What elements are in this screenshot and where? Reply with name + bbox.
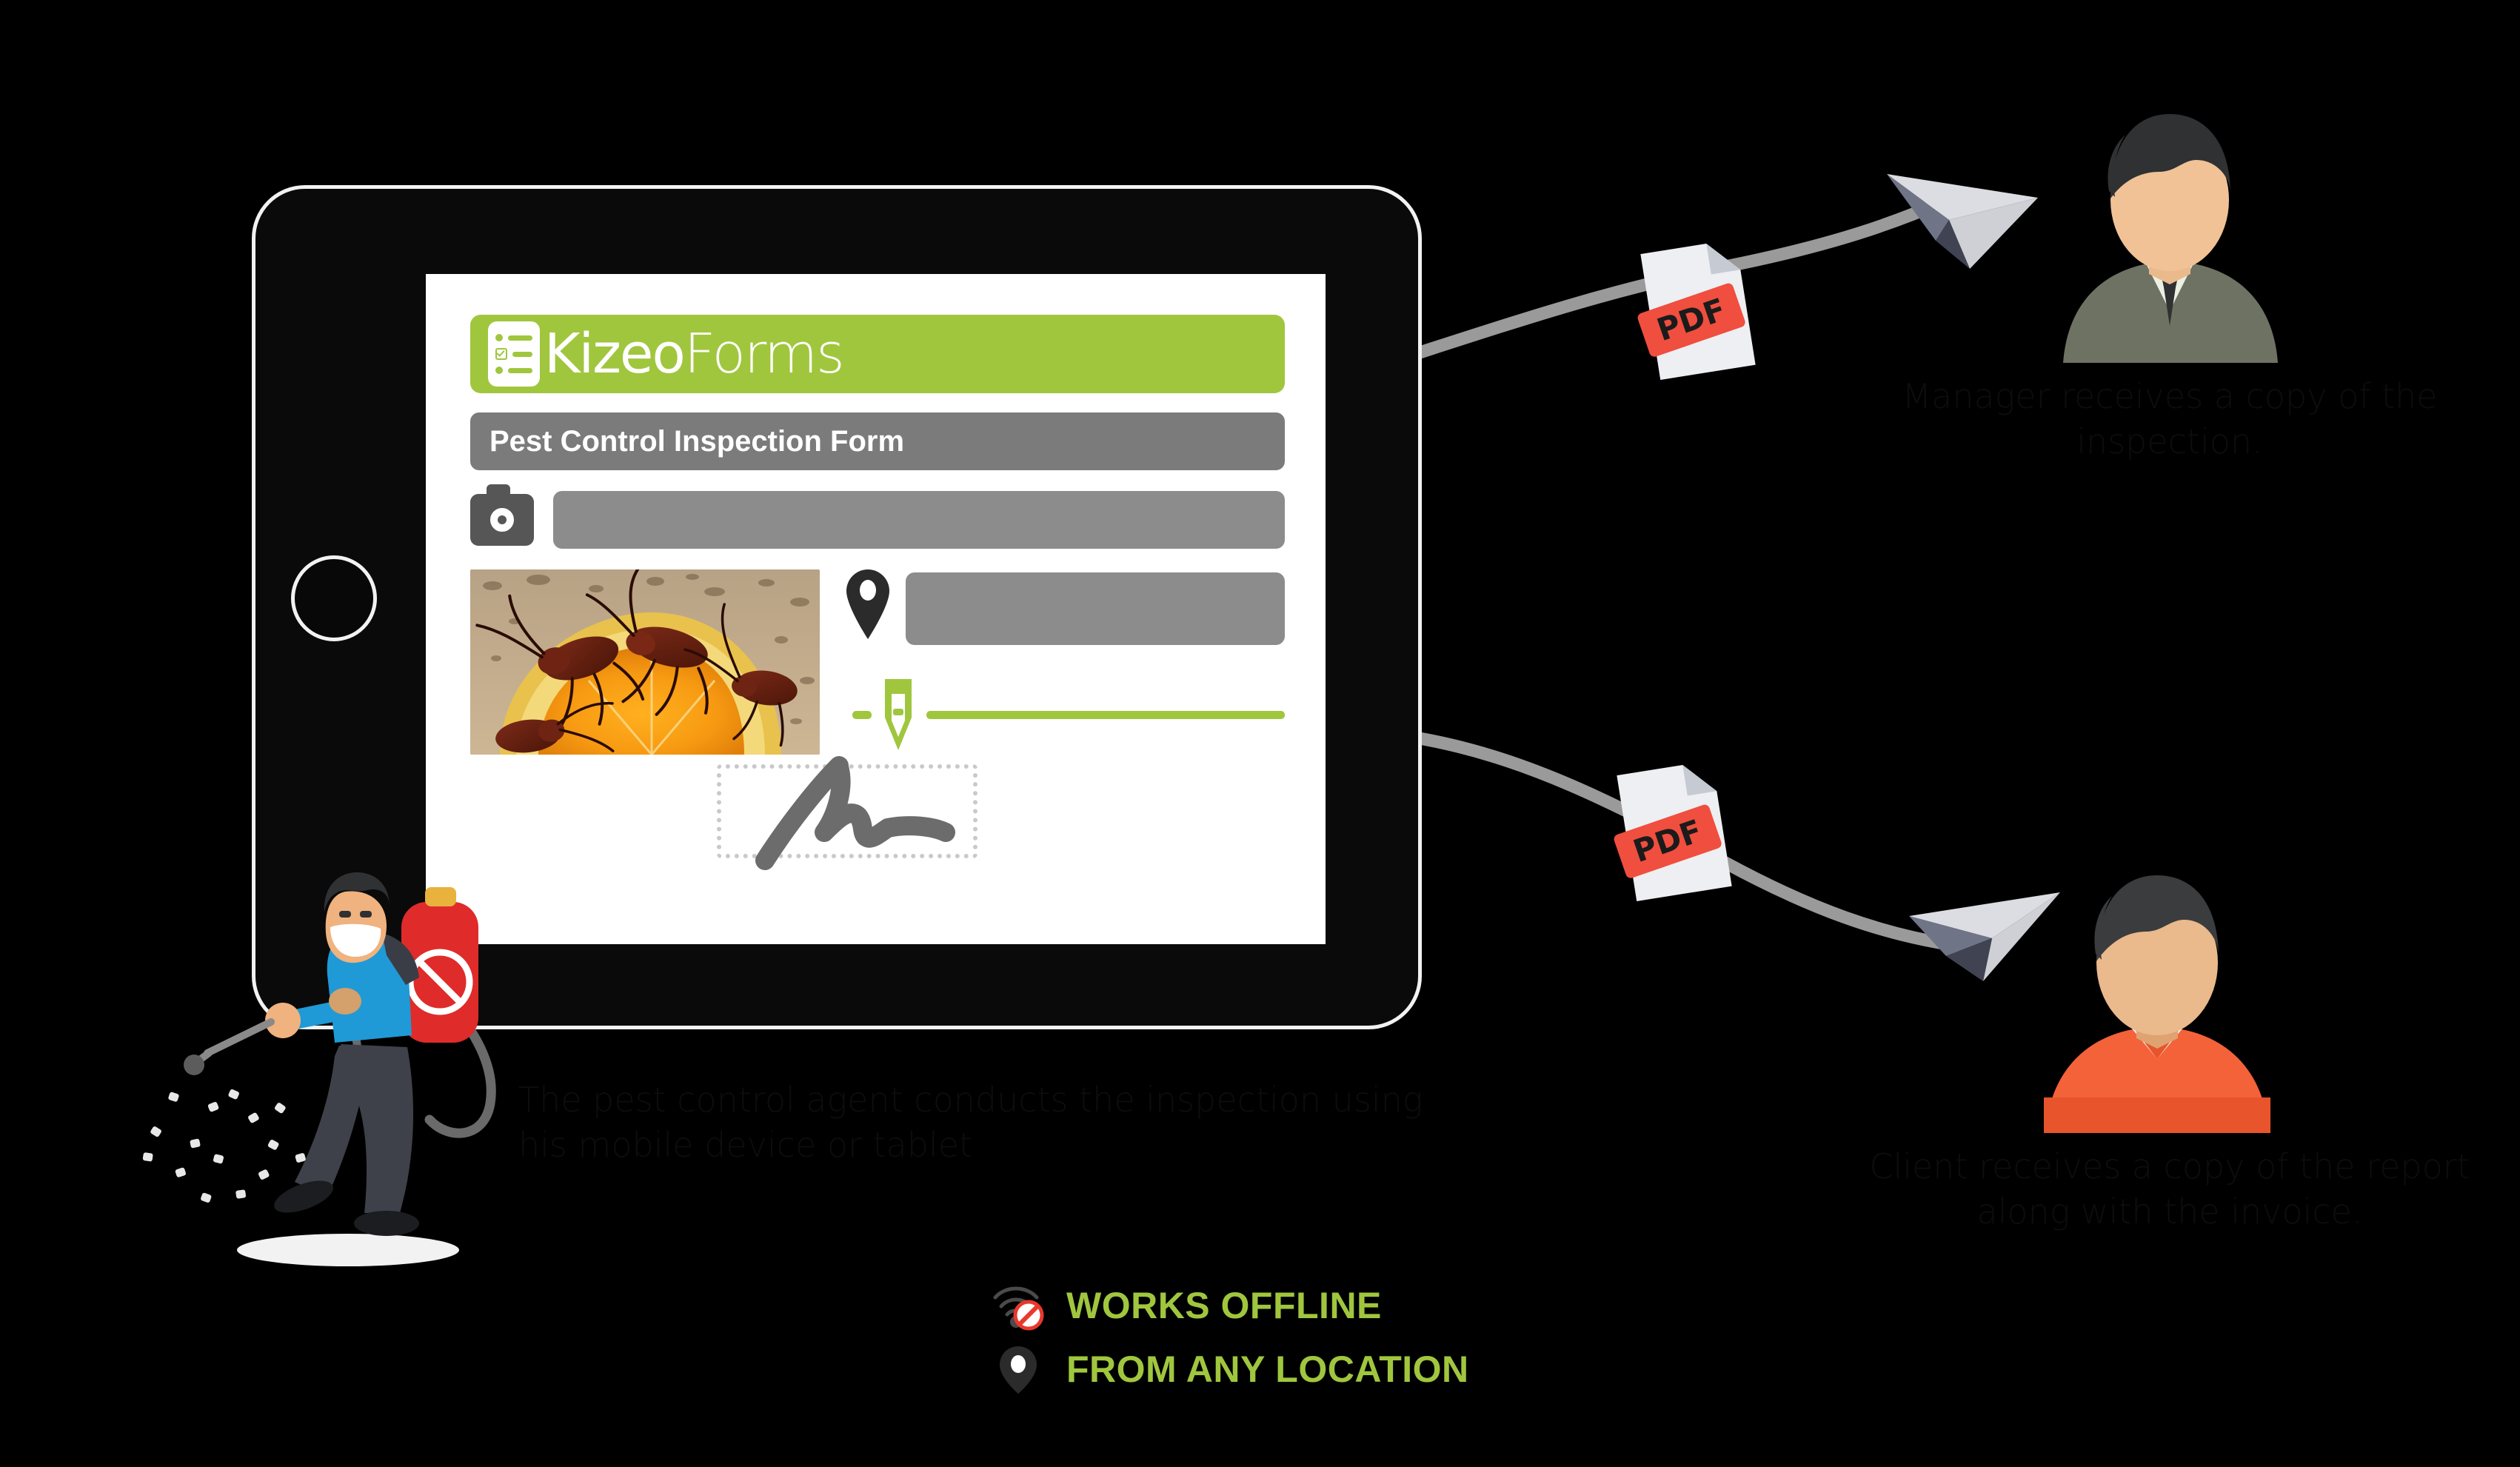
- form-title-bar: Pest Control Inspection Form: [470, 412, 1285, 470]
- location-and-signature-column: [846, 569, 1285, 755]
- checklist-icon: [488, 321, 540, 387]
- signature-box[interactable]: [717, 764, 977, 858]
- badge-label-offline: WORKS OFFLINE: [1066, 1285, 1382, 1326]
- pen-icon[interactable]: [878, 679, 919, 750]
- signature-draw-row: [846, 679, 1285, 750]
- pdf-document-manager[interactable]: PDF: [1623, 235, 1771, 384]
- client-avatar: [1999, 837, 2310, 1133]
- location-pin-icon[interactable]: [846, 569, 889, 639]
- signature-drawn-line: [926, 710, 1285, 719]
- location-input-field[interactable]: [906, 572, 1285, 645]
- camera-icon[interactable]: [470, 484, 534, 546]
- logo-secondary: Forms: [684, 322, 845, 386]
- client-caption: Client receives a copy of the report alo…: [1869, 1146, 2470, 1232]
- cockroaches-on-orange-photo[interactable]: [470, 569, 820, 755]
- app-logo-bar: KizeoForms: [470, 315, 1285, 393]
- feature-badges: WORKS OFFLINE FROM ANY LOCATION: [992, 1274, 1469, 1401]
- media-row: [470, 569, 1285, 755]
- manager-avatar: [2022, 89, 2318, 363]
- tablet-home-button[interactable]: [291, 555, 377, 641]
- manager-caption: Manager receives a copy of the inspectio…: [1902, 376, 2438, 461]
- wifi-off-icon: [993, 1286, 1044, 1331]
- badge-label-location: FROM ANY LOCATION: [1066, 1349, 1469, 1390]
- badge-from-any-location: FROM ANY LOCATION: [992, 1337, 1469, 1401]
- form-title-text: Pest Control Inspection Form: [489, 424, 905, 458]
- photo-field-row: [470, 484, 1285, 549]
- infographic-canvas: KizeoForms Pest Control Inspection Form: [0, 0, 2520, 1467]
- signature-dash: [852, 710, 872, 719]
- pdf-document-client[interactable]: PDF: [1600, 757, 1748, 905]
- location-field-row: [846, 569, 1285, 645]
- photo-input-field[interactable]: [553, 491, 1285, 549]
- tablet-screen: KizeoForms Pest Control Inspection Form: [426, 274, 1326, 944]
- paper-plane-icon: [1881, 152, 2044, 274]
- logo-primary: Kizeo: [544, 322, 686, 386]
- agent-caption: The pest control agent conducts the insp…: [518, 1080, 1423, 1165]
- location-pin-icon: [1000, 1346, 1037, 1394]
- app-logo-text: KizeoForms: [544, 327, 845, 381]
- pest-control-agent: [126, 844, 555, 1274]
- badge-works-offline: WORKS OFFLINE: [992, 1274, 1469, 1337]
